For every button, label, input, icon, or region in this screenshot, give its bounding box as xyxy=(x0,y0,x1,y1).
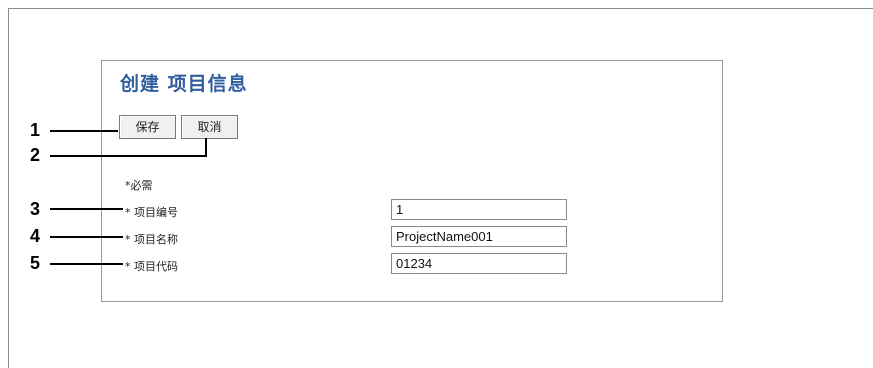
callout-number-2: 2 xyxy=(30,145,41,165)
save-button[interactable]: 保存 xyxy=(119,115,176,139)
project-code-label: * 项目代码 xyxy=(125,260,178,273)
project-number-label: * 项目编号 xyxy=(125,206,178,219)
callout-line-2-vertical xyxy=(205,138,207,157)
project-number-input[interactable] xyxy=(391,199,567,220)
project-name-label: * 项目名称 xyxy=(125,233,178,246)
callout-line-2 xyxy=(50,155,207,157)
callout-number-3: 3 xyxy=(30,199,41,219)
project-name-input[interactable] xyxy=(391,226,567,247)
required-note: *必需 xyxy=(125,179,153,192)
page-title: 创建 项目信息 xyxy=(120,73,248,95)
callout-line-1 xyxy=(50,130,118,132)
callout-number-1: 1 xyxy=(30,120,41,140)
callout-number-5: 5 xyxy=(30,253,41,273)
callout-line-4 xyxy=(50,236,123,238)
callout-number-4: 4 xyxy=(30,226,41,246)
project-code-input[interactable] xyxy=(391,253,567,274)
callout-line-3 xyxy=(50,208,123,210)
callout-line-5 xyxy=(50,263,123,265)
cancel-button[interactable]: 取消 xyxy=(181,115,238,139)
create-project-info-panel: 创建 项目信息 保存 取消 *必需 * 项目编号 * 项目名称 * 项目代码 xyxy=(101,60,723,302)
